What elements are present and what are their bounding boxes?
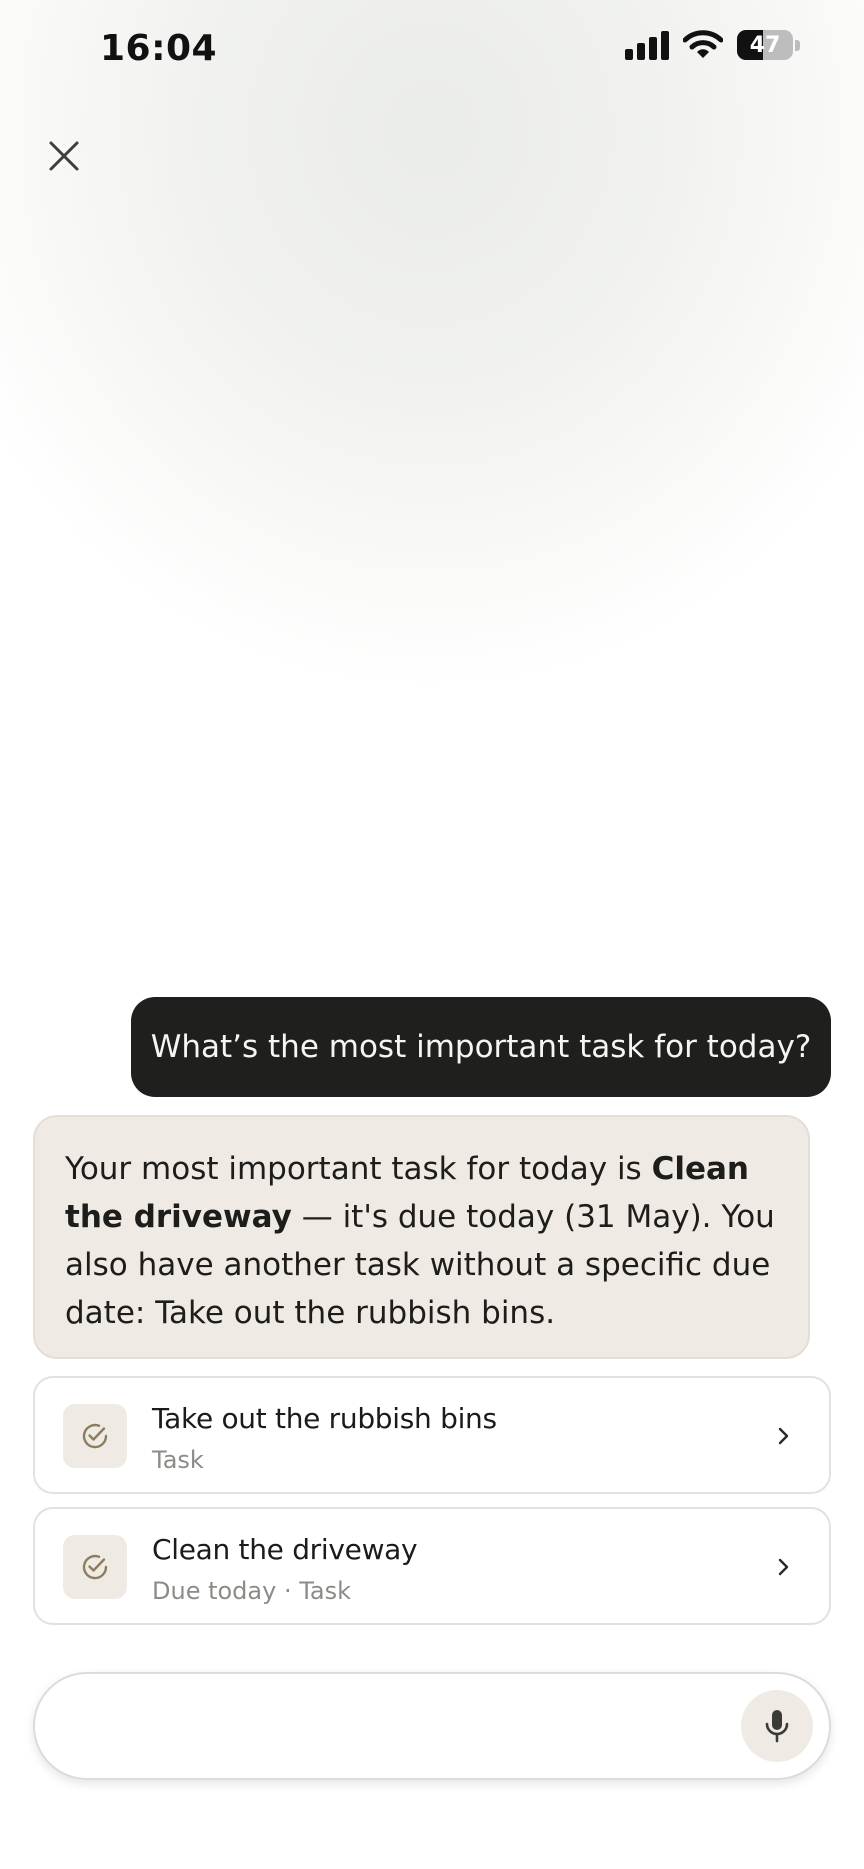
microphone-button[interactable] [741,1690,813,1762]
chevron-right-icon [778,1427,789,1445]
check-circle-icon [82,1554,108,1580]
assistant-message-bubble: Your most important task for today is Cl… [33,1115,810,1359]
task-subtitle: Due today · Task [152,1577,352,1605]
message-input[interactable] [75,1698,719,1756]
battery-nub [795,39,800,51]
task-icon-box [63,1535,127,1599]
assistant-message-prefix: Your most important task for today is [65,1151,652,1187]
cellular-signal-icon [625,30,669,60]
user-message-text: What’s the most important task for today… [150,1029,812,1065]
task-card-take-out-rubbish-bins[interactable]: Take out the rubbish bins Task [33,1376,831,1494]
status-icons: 47 [625,30,800,60]
battery-level: 47 [749,32,781,58]
message-input-bar [33,1672,831,1780]
task-subtitle: Task [152,1446,204,1474]
task-title: Clean the driveway [152,1533,418,1566]
microphone-icon [765,1710,789,1743]
task-title: Take out the rubbish bins [152,1402,497,1435]
close-icon [49,141,79,171]
wifi-icon [683,30,723,58]
task-icon-box [63,1404,127,1468]
check-circle-icon [82,1423,108,1449]
status-time: 16:04 [100,28,218,69]
task-card-clean-the-driveway[interactable]: Clean the driveway Due today · Task [33,1507,831,1625]
battery-icon: 47 [737,30,793,60]
status-bar: 16:04 47 [0,0,864,104]
user-message-bubble: What’s the most important task for today… [131,997,831,1097]
chevron-right-icon [778,1558,789,1576]
close-button[interactable] [40,132,88,180]
